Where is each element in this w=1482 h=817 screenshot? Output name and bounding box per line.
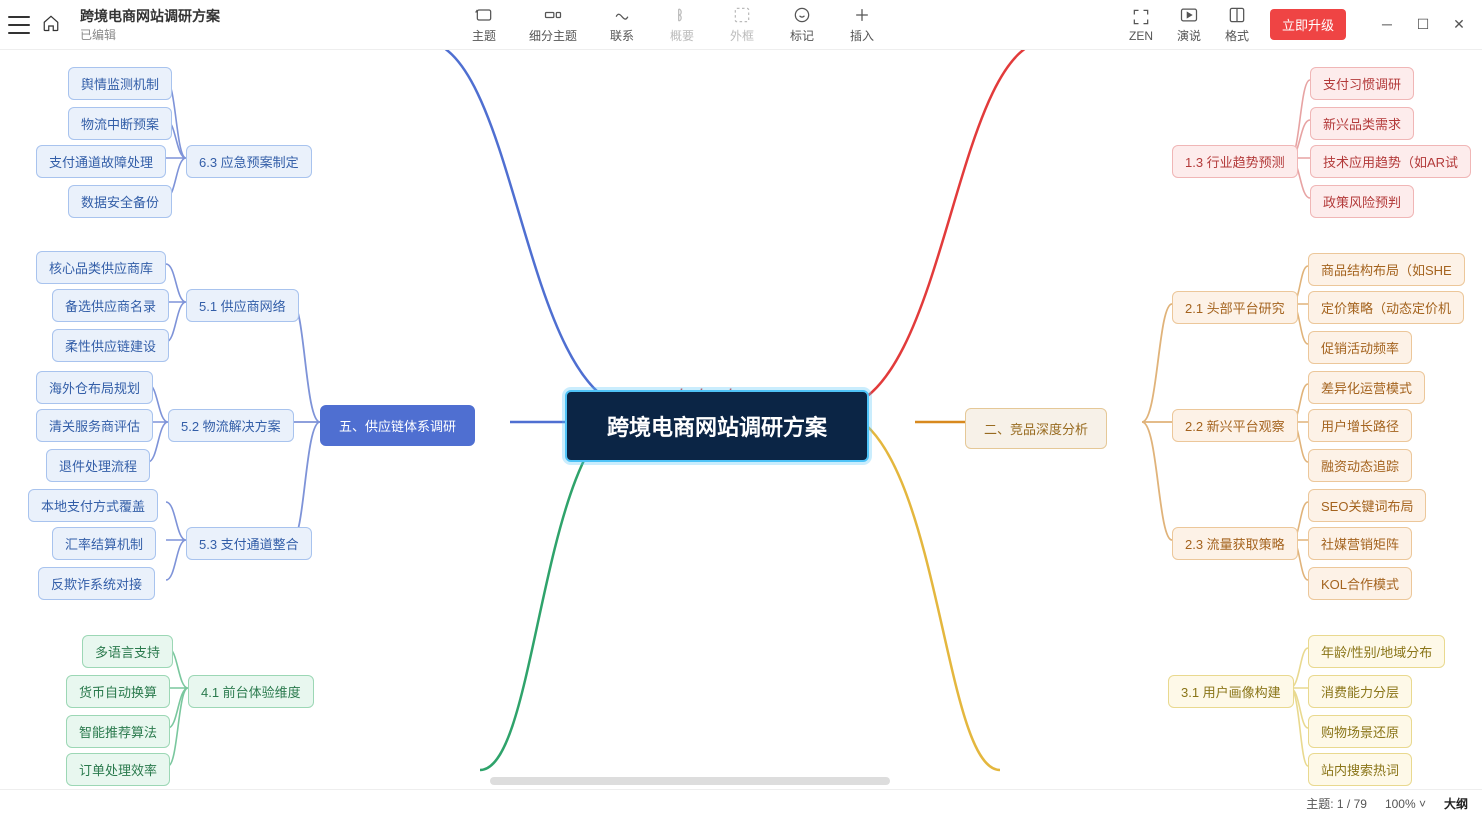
tool-subtopic[interactable]: 细分主题 [529,5,577,44]
node-1-3[interactable]: 1.3 行业趋势预测 [1172,145,1298,178]
leaf-node[interactable]: KOL合作模式 [1308,567,1412,600]
toolbar: 主题 细分主题 联系 概要 外框 标记 插入 [220,5,1126,44]
node-4-1[interactable]: 4.1 前台体验维度 [188,675,314,708]
tool-present[interactable]: 演说 [1174,5,1204,44]
horizontal-scrollbar[interactable] [490,777,890,785]
leaf-node[interactable]: 核心品类供应商库 [36,251,166,284]
node-5-3[interactable]: 5.3 支付通道整合 [186,527,312,560]
leaf-node[interactable]: 订单处理效率 [66,753,170,786]
tool-format[interactable]: 格式 [1222,5,1252,44]
leaf-node[interactable]: 商品结构布局（如SHE [1308,253,1465,286]
leaf-node[interactable]: 社媒营销矩阵 [1308,527,1412,560]
leaf-node[interactable]: 货币自动换算 [66,675,170,708]
leaf-node[interactable]: 支付习惯调研 [1310,67,1414,100]
leaf-node[interactable]: 反欺诈系统对接 [38,567,155,600]
leaf-node[interactable]: 支付通道故障处理 [36,145,166,178]
leaf-node[interactable]: 促销活动频率 [1308,331,1412,364]
leaf-node[interactable]: 数据安全备份 [68,185,172,218]
tool-marker[interactable]: 标记 [787,5,817,44]
leaf-node[interactable]: 购物场景还原 [1308,715,1412,748]
statusbar: 主题: 1 / 79 100% ˅ 大纲 [0,789,1482,817]
mindmap-canvas[interactable]: est songshuhezi.com 跨境电商网站调研方案 6.3 应急预案制… [0,50,1482,789]
leaf-node[interactable]: 消费能力分层 [1308,675,1412,708]
tool-insert[interactable]: 插入 [847,5,877,44]
tool-relation[interactable]: 联系 [607,5,637,44]
leaf-node[interactable]: 站内搜索热词 [1308,753,1412,786]
leaf-node[interactable]: 海外仓布局规划 [36,371,153,404]
leaf-node[interactable]: 政策风险预判 [1310,185,1414,218]
leaf-node[interactable]: 舆情监测机制 [68,67,172,100]
leaf-node[interactable]: 融资动态追踪 [1308,449,1412,482]
upgrade-button[interactable]: 立即升级 [1270,9,1346,40]
leaf-node[interactable]: 备选供应商名录 [52,289,169,322]
node-5-1[interactable]: 5.1 供应商网络 [186,289,299,322]
leaf-node[interactable]: 多语言支持 [82,635,173,668]
leaf-node[interactable]: 清关服务商评估 [36,409,153,442]
leaf-node[interactable]: 技术应用趋势（如AR试 [1310,145,1471,178]
tool-theme[interactable]: 主题 [469,5,499,44]
titlebar: 跨境电商网站调研方案 已编辑 主题 细分主题 联系 概要 外框 标记 插入 ZE… [0,0,1482,50]
node-2-2[interactable]: 2.2 新兴平台观察 [1172,409,1298,442]
node-5-2[interactable]: 5.2 物流解决方案 [168,409,294,442]
tool-summary: 概要 [667,5,697,44]
leaf-node[interactable]: 差异化运营模式 [1308,371,1425,404]
node-2-1[interactable]: 2.1 头部平台研究 [1172,291,1298,324]
window-maximize-icon[interactable]: ☐ [1414,16,1432,33]
node-3-1[interactable]: 3.1 用户画像构建 [1168,675,1294,708]
leaf-node[interactable]: 退件处理流程 [46,449,150,482]
leaf-node[interactable]: 本地支付方式覆盖 [28,489,158,522]
leaf-node[interactable]: 年龄/性别/地域分布 [1308,635,1445,668]
node-2[interactable]: 二、竞品深度分析 [965,408,1107,449]
leaf-node[interactable]: 新兴品类需求 [1310,107,1414,140]
leaf-node[interactable]: 柔性供应链建设 [52,329,169,362]
leaf-node[interactable]: 智能推荐算法 [66,715,170,748]
outline-toggle[interactable]: 大纲 [1444,795,1468,812]
menu-icon[interactable] [8,16,30,34]
node-2-3[interactable]: 2.3 流量获取策略 [1172,527,1298,560]
leaf-node[interactable]: SEO关键词布局 [1308,489,1426,522]
leaf-node[interactable]: 汇率结算机制 [52,527,156,560]
node-6-3[interactable]: 6.3 应急预案制定 [186,145,312,178]
leaf-node[interactable]: 定价策略（动态定价机 [1308,291,1464,324]
root-node[interactable]: 跨境电商网站调研方案 [565,390,869,462]
leaf-node[interactable]: 物流中断预案 [68,107,172,140]
leaf-node[interactable]: 用户增长路径 [1308,409,1412,442]
tool-boundary: 外框 [727,5,757,44]
zoom-level[interactable]: 100% ˅ [1385,797,1426,811]
topic-count: 主题: 1 / 79 [1306,795,1367,812]
window-minimize-icon[interactable]: ─ [1378,16,1396,33]
home-icon[interactable] [42,14,60,35]
tool-zen[interactable]: ZEN [1126,7,1156,43]
node-5[interactable]: 五、供应链体系调研 [320,405,475,446]
doc-status: 已编辑 [80,26,220,43]
window-close-icon[interactable]: ✕ [1450,16,1468,33]
doc-title: 跨境电商网站调研方案 [80,6,220,26]
